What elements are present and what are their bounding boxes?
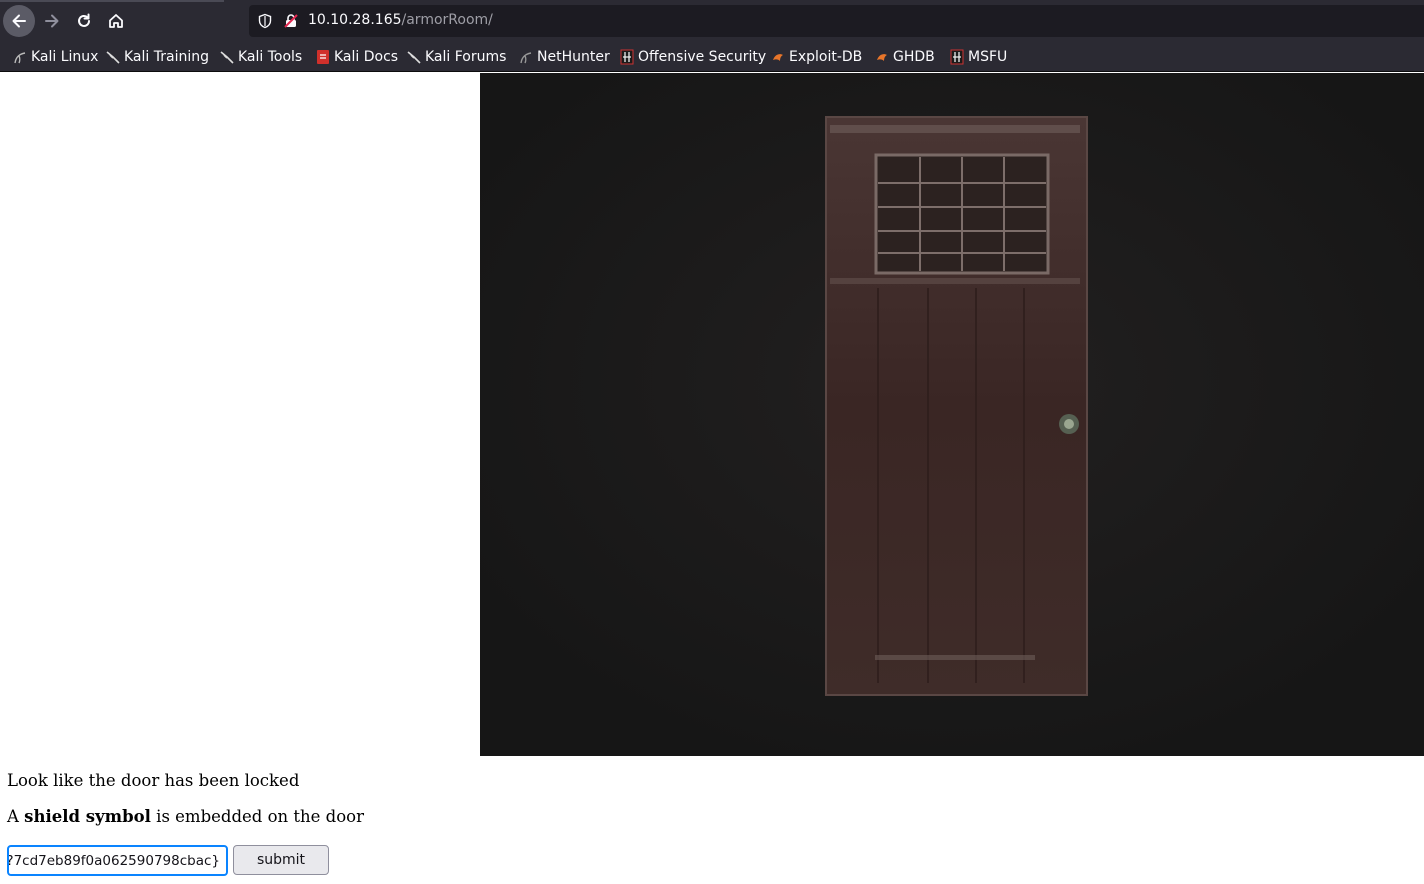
- offsec-icon: [620, 49, 634, 65]
- back-button[interactable]: [3, 5, 35, 37]
- home-icon: [109, 14, 123, 28]
- submit-button[interactable]: submit: [233, 845, 329, 875]
- forward-button[interactable]: [36, 5, 68, 37]
- bookmark-label: Kali Training: [124, 49, 209, 65]
- bookmark-msfu[interactable]: MSFU: [950, 48, 1007, 66]
- insecure-lock-icon[interactable]: [283, 13, 299, 29]
- offsec-icon: [950, 49, 964, 65]
- shield-hint-prefix: A: [7, 807, 25, 826]
- url-text[interactable]: 10.10.28.165/armorRoom/: [308, 12, 493, 28]
- reload-icon: [78, 13, 90, 27]
- bookmark-kali-training[interactable]: Kali Training: [106, 48, 209, 66]
- answer-input[interactable]: ?7cd7eb89f0a062590798cbac}: [7, 845, 228, 876]
- arrow-left-icon: [12, 14, 26, 28]
- bookmark-exploit-db[interactable]: Exploit-DB: [771, 48, 862, 66]
- bookmark-label: Kali Tools: [238, 49, 303, 65]
- bookmark-label: GHDB: [893, 49, 935, 65]
- browser-toolbar: 10.10.28.165/armorRoom/: [0, 0, 1424, 42]
- kali-dragon-icon: [13, 49, 27, 65]
- bookmark-label: Kali Linux: [31, 49, 99, 65]
- bookmark-nethunter[interactable]: NetHunter: [519, 48, 610, 66]
- bookmark-label: NetHunter: [537, 49, 610, 65]
- url-host: 10.10.28.165: [308, 12, 402, 28]
- url-bar[interactable]: 10.10.28.165/armorRoom/: [249, 5, 1424, 37]
- kali-dragon-icon: [220, 49, 234, 65]
- kali-dragon-icon: [106, 49, 120, 65]
- bookmark-kali-docs[interactable]: Kali Docs: [316, 48, 398, 66]
- bookmark-label: MSFU: [968, 49, 1008, 65]
- bookmarks-toolbar: Kali Linux Kali Training Kali Tools Kali…: [0, 42, 1424, 72]
- home-button[interactable]: [100, 5, 132, 37]
- bookmark-label: Offensive Security: [638, 49, 767, 65]
- locked-message: Look like the door has been locked: [7, 771, 300, 790]
- nethunter-icon: [519, 49, 533, 65]
- arrow-right-icon: [45, 14, 59, 28]
- shield-hint-bold: shield symbol: [24, 807, 151, 826]
- answer-value: ?7cd7eb89f0a062590798cbac}: [7, 852, 220, 869]
- bookmark-kali-linux[interactable]: Kali Linux: [13, 48, 98, 66]
- shield-hint-suffix: is embedded on the door: [150, 807, 364, 826]
- exploitdb-icon: [771, 49, 785, 65]
- bookmark-kali-tools[interactable]: Kali Tools: [220, 48, 302, 66]
- exploitdb-icon: [875, 49, 889, 65]
- bookmark-label: Kali Docs: [334, 49, 399, 65]
- kali-dragon-icon: [407, 49, 421, 65]
- tab-indicator: [0, 0, 224, 2]
- tracking-shield-icon[interactable]: [257, 13, 273, 29]
- bookmark-ghdb[interactable]: GHDB: [875, 48, 935, 66]
- bookmark-kali-forums[interactable]: Kali Forums: [407, 48, 506, 66]
- shield-hint: A shield symbol is embedded on the door: [7, 807, 364, 826]
- bookmark-label: Exploit-DB: [789, 49, 863, 65]
- door-image: [480, 73, 1424, 756]
- kali-docs-icon: [316, 49, 330, 65]
- reload-button[interactable]: [68, 5, 100, 37]
- bookmark-label: Kali Forums: [425, 49, 507, 65]
- bookmark-offensive-security[interactable]: Offensive Security: [620, 48, 766, 66]
- url-path: /armorRoom/: [401, 12, 493, 28]
